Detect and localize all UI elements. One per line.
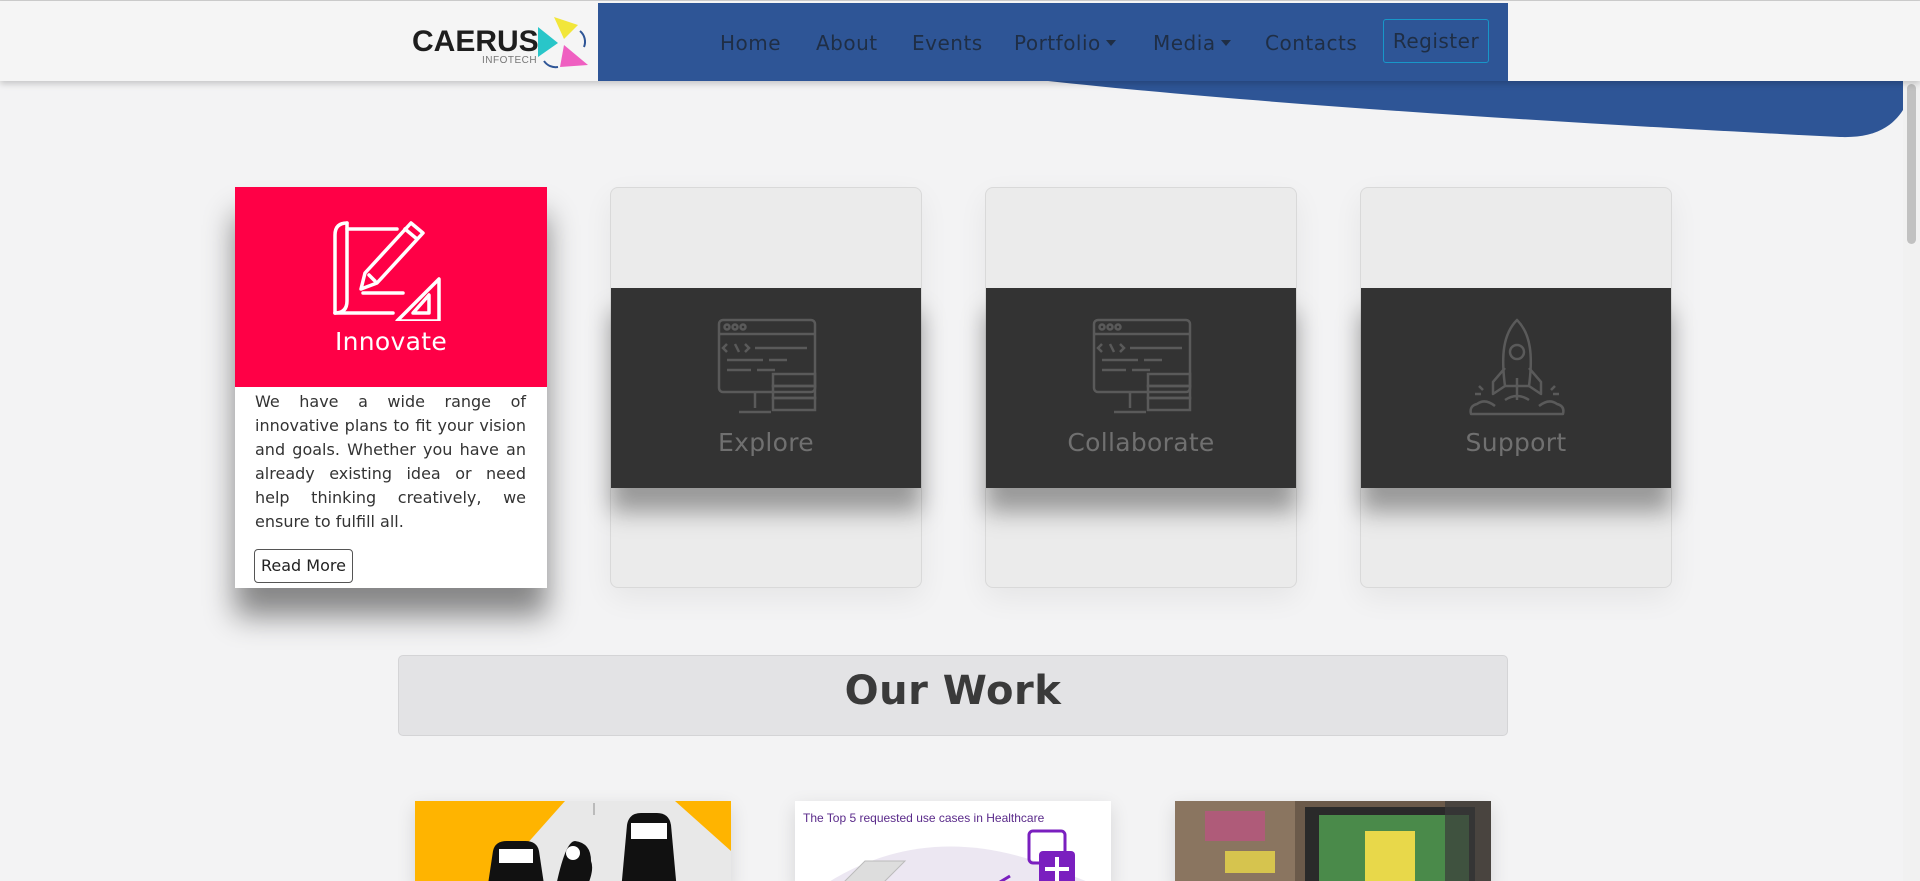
- code-monitor-icon: [1092, 318, 1192, 414]
- feature-card-band: Support: [1361, 288, 1671, 488]
- blueprint-pencil-icon: [333, 221, 441, 321]
- work-item[interactable]: [415, 801, 731, 881]
- section-title: Our Work: [844, 668, 1062, 714]
- feature-title: Support: [1465, 428, 1567, 457]
- feature-card-explore[interactable]: Explore: [610, 187, 922, 588]
- site-header: CAERUS INFOTECH Home About Events Portfo…: [0, 1, 1920, 81]
- nav-media-dropdown[interactable]: Media: [1153, 31, 1231, 55]
- rocket-icon: [1469, 318, 1565, 416]
- feature-title: Collaborate: [1067, 428, 1215, 457]
- main-navbar: Home About Events Portfolio Media Contac…: [598, 3, 1508, 81]
- laptop-desk-photo-image: [1175, 801, 1491, 881]
- code-monitor-icon: [717, 318, 817, 414]
- feature-title: Innovate: [334, 327, 448, 356]
- nav-home[interactable]: Home: [720, 31, 781, 55]
- our-work-header: Our Work: [398, 655, 1508, 736]
- register-button[interactable]: Register: [1383, 19, 1489, 63]
- work-item-caption: The Top 5 requested use cases in Healthc…: [803, 811, 1045, 825]
- feature-card-header: Innovate: [235, 187, 547, 387]
- nav-contacts[interactable]: Contacts: [1265, 31, 1357, 55]
- nav-events[interactable]: Events: [912, 31, 983, 55]
- feature-description: We have a wide range of innovative plans…: [255, 392, 526, 531]
- brand-subtitle: INFOTECH: [482, 55, 538, 66]
- work-item[interactable]: [1175, 801, 1491, 881]
- brand-name: CAERUS: [412, 25, 539, 58]
- feature-card-band: Collaborate: [986, 288, 1296, 488]
- feature-card-innovate[interactable]: Innovate We have a wide range of innovat…: [235, 187, 547, 588]
- caerus-triangles-icon: [538, 17, 588, 69]
- nav-portfolio-dropdown[interactable]: Portfolio: [1014, 31, 1116, 55]
- brand-logo[interactable]: CAERUS INFOTECH: [410, 11, 590, 73]
- feature-card-band: Explore: [611, 288, 921, 488]
- read-more-button[interactable]: Read More: [254, 549, 353, 583]
- feature-title: Explore: [718, 428, 814, 457]
- cars-illustration-image: [415, 801, 731, 881]
- feature-card-support[interactable]: Support: [1360, 187, 1672, 588]
- work-item[interactable]: The Top 5 requested use cases in Healthc…: [795, 801, 1111, 881]
- nav-about[interactable]: About: [816, 31, 878, 55]
- feature-card-collaborate[interactable]: Collaborate: [985, 187, 1297, 588]
